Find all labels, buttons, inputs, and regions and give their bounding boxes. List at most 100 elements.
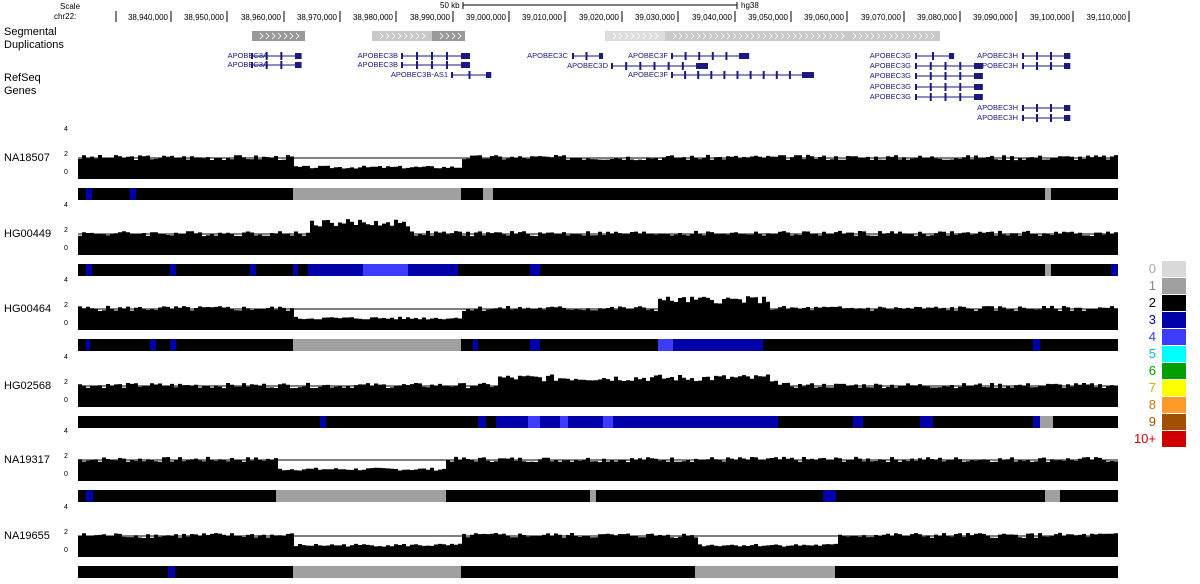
gene-exon[interactable] xyxy=(1050,52,1052,60)
cn-segment[interactable] xyxy=(478,339,530,351)
cn-segment[interactable] xyxy=(363,264,403,276)
cn-segment[interactable] xyxy=(78,264,86,276)
gene-exon[interactable] xyxy=(681,62,684,70)
cn-segment[interactable] xyxy=(933,416,1033,428)
gene-label[interactable]: APOBEC3H xyxy=(950,61,1018,70)
gene-exon[interactable] xyxy=(461,53,470,59)
gene-exon[interactable] xyxy=(416,61,418,69)
gene-exon[interactable] xyxy=(1064,53,1071,59)
gene-exon[interactable] xyxy=(698,52,701,60)
cn-segment[interactable] xyxy=(483,188,493,200)
gene-exon[interactable] xyxy=(1036,52,1038,60)
gene-exon[interactable] xyxy=(736,71,739,79)
gene-exon[interactable] xyxy=(1036,104,1038,112)
gene-exon[interactable] xyxy=(671,53,673,59)
gene-label[interactable]: APOBEC3H xyxy=(950,51,1018,60)
gene-exon[interactable] xyxy=(944,72,947,80)
copy-number-segments[interactable] xyxy=(78,566,1118,578)
cn-segment[interactable] xyxy=(695,566,835,578)
cn-segment[interactable] xyxy=(835,566,1118,578)
segdup-block[interactable] xyxy=(372,31,432,41)
gene-exon[interactable] xyxy=(788,71,791,79)
cn-segment[interactable] xyxy=(86,490,93,502)
cn-segment[interactable] xyxy=(540,339,658,351)
cn-segment[interactable] xyxy=(320,416,326,428)
cn-segment[interactable] xyxy=(603,416,613,428)
gene-label[interactable]: APOBEC3A xyxy=(200,51,268,60)
cn-segment[interactable] xyxy=(408,264,458,276)
gene-exon[interactable] xyxy=(739,53,750,59)
gene-label[interactable]: APOBEC3C xyxy=(500,51,568,60)
gene-exon[interactable] xyxy=(915,73,917,79)
gene-exon[interactable] xyxy=(1022,53,1024,59)
gene-exon[interactable] xyxy=(486,72,492,78)
gene-exon[interactable] xyxy=(667,62,670,70)
cn-segment[interactable] xyxy=(156,339,170,351)
cn-segment[interactable] xyxy=(863,416,920,428)
cn-segment[interactable] xyxy=(403,264,408,276)
sample-label[interactable]: HG00449 xyxy=(4,228,51,240)
cn-segment[interactable] xyxy=(78,188,86,200)
cn-segment[interactable] xyxy=(175,566,293,578)
cn-segment[interactable] xyxy=(763,339,1033,351)
copy-number-segments[interactable] xyxy=(78,416,1118,428)
cn-segment[interactable] xyxy=(658,339,673,351)
gene-label[interactable]: APOBEC3G xyxy=(843,61,911,70)
gene-exon[interactable] xyxy=(1022,63,1024,69)
gene-exon[interactable] xyxy=(1050,114,1052,122)
gene-exon[interactable] xyxy=(1064,105,1071,111)
gene-label[interactable]: APOBEC3F xyxy=(600,70,668,79)
cn-segment[interactable] xyxy=(86,188,92,200)
cn-segment[interactable] xyxy=(496,416,528,428)
sample-label[interactable]: HG02568 xyxy=(4,380,51,392)
gene-exon[interactable] xyxy=(653,62,656,70)
cn-segment[interactable] xyxy=(461,566,695,578)
cn-segment[interactable] xyxy=(1040,416,1053,428)
cn-segment[interactable] xyxy=(78,566,168,578)
gene-label[interactable]: APOBEC3B xyxy=(330,60,398,69)
coverage-track[interactable] xyxy=(78,506,1118,560)
cn-segment[interactable] xyxy=(90,339,150,351)
gene-label[interactable]: APOBEC3G xyxy=(843,82,911,91)
cn-segment[interactable] xyxy=(613,416,778,428)
gene-exon[interactable] xyxy=(974,94,983,100)
gene-exon[interactable] xyxy=(625,62,628,70)
cn-segment[interactable] xyxy=(446,490,590,502)
coverage-track[interactable] xyxy=(78,356,1118,410)
gene-exon[interactable] xyxy=(639,62,642,70)
cn-segment[interactable] xyxy=(326,416,478,428)
cn-segment[interactable] xyxy=(170,339,176,351)
cn-segment[interactable] xyxy=(528,416,540,428)
cn-segment[interactable] xyxy=(78,416,320,428)
cn-segment[interactable] xyxy=(1053,416,1118,428)
cn-segment[interactable] xyxy=(293,264,298,276)
cn-segment[interactable] xyxy=(170,264,176,276)
gene-exon[interactable] xyxy=(416,52,418,60)
gene-label[interactable]: APOBEC3F xyxy=(600,51,668,60)
cn-segment[interactable] xyxy=(823,490,836,502)
cn-segment[interactable] xyxy=(1045,188,1051,200)
gene-exon[interactable] xyxy=(1050,62,1052,70)
cn-segment[interactable] xyxy=(136,188,293,200)
cn-segment[interactable] xyxy=(1040,339,1118,351)
cn-segment[interactable] xyxy=(293,188,461,200)
gene-exon[interactable] xyxy=(468,71,471,79)
cn-segment[interactable] xyxy=(473,339,478,351)
gene-exon[interactable] xyxy=(915,53,917,59)
coverage-track[interactable] xyxy=(78,279,1118,333)
gene-exon[interactable] xyxy=(749,71,752,79)
gene-exon[interactable] xyxy=(723,71,726,79)
gene-exon[interactable] xyxy=(944,93,947,101)
gene-exon[interactable] xyxy=(802,72,814,78)
coverage-track[interactable] xyxy=(78,430,1118,484)
cn-segment[interactable] xyxy=(486,416,496,428)
cn-segment[interactable] xyxy=(540,264,1045,276)
copy-number-segments[interactable] xyxy=(78,264,1118,276)
gene-exon[interactable] xyxy=(280,61,283,69)
cn-segment[interactable] xyxy=(1051,264,1111,276)
gene-exon[interactable] xyxy=(915,94,917,100)
gene-exon[interactable] xyxy=(1036,114,1038,122)
cn-segment[interactable] xyxy=(461,339,473,351)
gene-exon[interactable] xyxy=(697,71,700,79)
gene-exon[interactable] xyxy=(451,72,453,78)
